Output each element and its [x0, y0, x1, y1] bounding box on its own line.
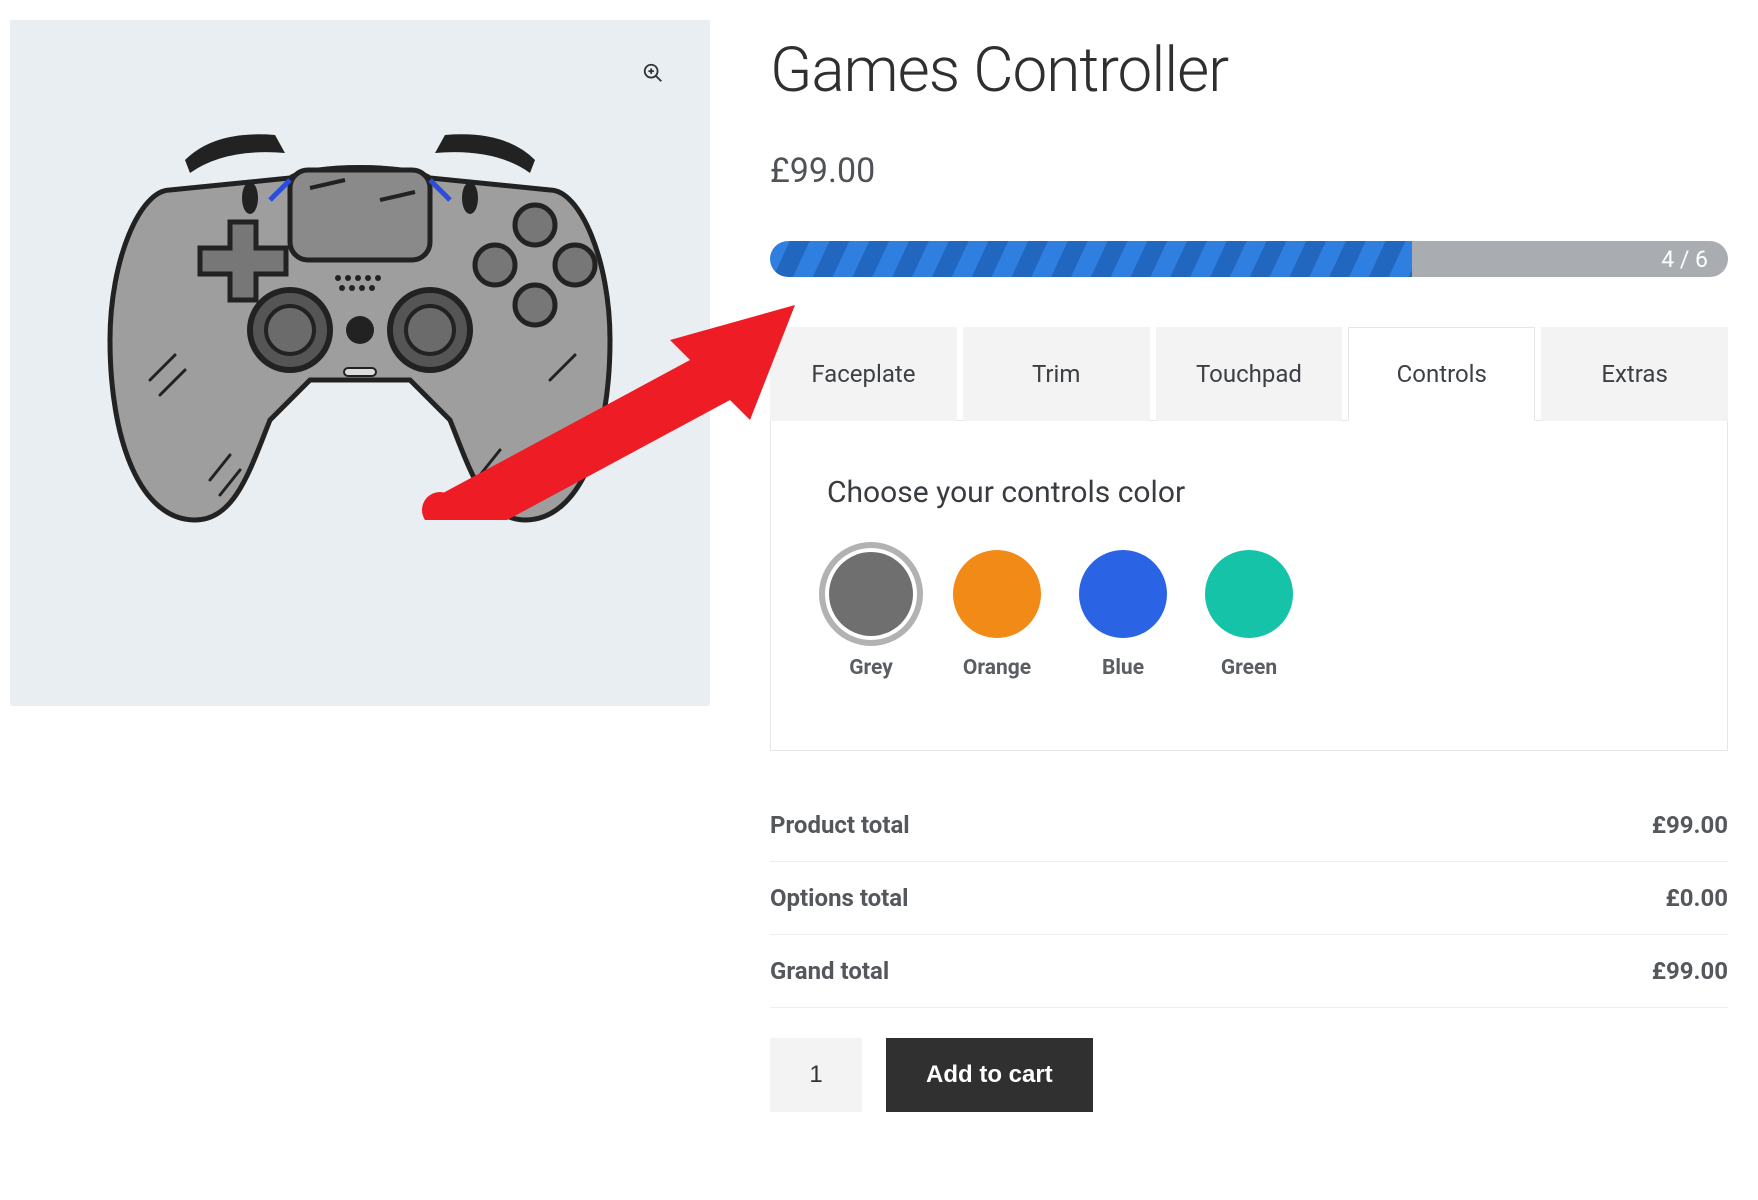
swatch-circle-blue — [1079, 550, 1167, 638]
swatch-grey[interactable]: Grey — [827, 550, 915, 680]
swatch-circle-orange — [953, 550, 1041, 638]
product-title: Games Controller — [770, 34, 1728, 107]
progress-bar: 4 / 6 — [770, 241, 1728, 277]
add-to-cart-button[interactable]: Add to cart — [886, 1038, 1093, 1112]
total-grand-row: Grand total £99.00 — [770, 935, 1728, 1008]
tab-content: Choose your controls color Grey Orange B… — [770, 420, 1728, 751]
swatch-label-grey: Grey — [849, 656, 893, 680]
product-gallery — [10, 20, 710, 1112]
product-image-panel — [10, 20, 710, 706]
quantity-input[interactable] — [770, 1038, 862, 1112]
swatch-green[interactable]: Green — [1205, 550, 1293, 680]
product-price: £99.00 — [770, 151, 1728, 191]
swatch-orange[interactable]: Orange — [953, 550, 1041, 680]
swatch-circle-green — [1205, 550, 1293, 638]
totals: Product total £99.00 Options total £0.00… — [770, 789, 1728, 1008]
tab-heading: Choose your controls color — [827, 475, 1671, 510]
swatch-circle-grey — [829, 552, 913, 636]
progress-label: 4 / 6 — [1661, 241, 1708, 277]
total-product-row: Product total £99.00 — [770, 789, 1728, 862]
total-options-label: Options total — [770, 884, 908, 912]
total-options-row: Options total £0.00 — [770, 862, 1728, 935]
swatch-row: Grey Orange Blue Green — [827, 550, 1671, 680]
total-grand-value: £99.00 — [1652, 957, 1728, 985]
swatch-label-green: Green — [1221, 656, 1277, 680]
tab-strip: Faceplate Trim Touchpad Controls Extras — [770, 327, 1728, 421]
total-grand-label: Grand total — [770, 957, 889, 985]
tab-touchpad[interactable]: Touchpad — [1156, 327, 1343, 421]
product-details: Games Controller £99.00 4 / 6 Faceplate … — [770, 20, 1748, 1112]
progress-fill — [770, 241, 1412, 277]
tab-trim[interactable]: Trim — [963, 327, 1150, 421]
total-options-value: £0.00 — [1665, 884, 1728, 912]
controller-illustration — [80, 120, 640, 540]
tab-faceplate[interactable]: Faceplate — [770, 327, 957, 421]
magnifier-plus-icon — [642, 62, 664, 84]
tab-controls[interactable]: Controls — [1348, 327, 1535, 421]
swatch-label-blue: Blue — [1102, 656, 1144, 680]
cart-row: Add to cart — [770, 1038, 1728, 1112]
tab-extras[interactable]: Extras — [1541, 327, 1728, 421]
zoom-button[interactable] — [634, 54, 672, 92]
swatch-label-orange: Orange — [963, 656, 1031, 680]
total-product-value: £99.00 — [1652, 811, 1728, 839]
swatch-blue[interactable]: Blue — [1079, 550, 1167, 680]
total-product-label: Product total — [770, 811, 910, 839]
